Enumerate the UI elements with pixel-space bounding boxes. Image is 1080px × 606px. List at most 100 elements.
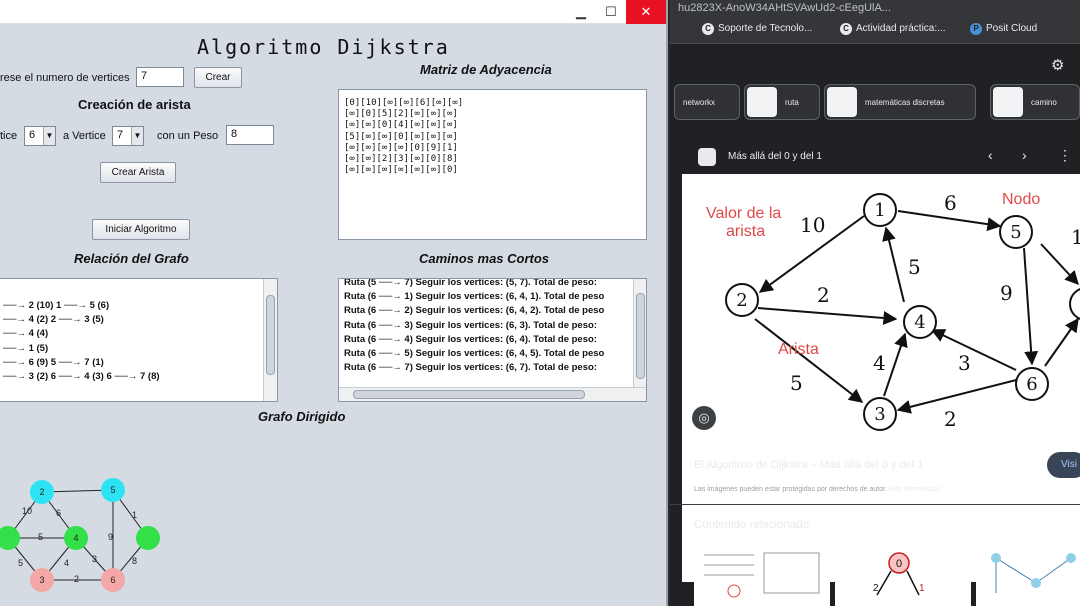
label-valor-de-la-arista: Valor de la arista	[706, 205, 781, 240]
matriz-row: [5][∞][∞][0][∞][∞][∞]	[344, 131, 458, 142]
crear-button[interactable]: Crear	[194, 67, 242, 88]
more-info-link[interactable]: Más información	[889, 486, 940, 493]
mini-node	[0, 526, 20, 550]
posit-icon: P	[970, 23, 982, 35]
related-thumb-art	[991, 553, 1076, 593]
relacion-row: ──→ 3 (2) 6 ──→ 4 (3) 6 ──→ 7 (8)	[3, 371, 160, 383]
caminos-textarea[interactable]: Ruta (5 ──→ 7) Seguir los vertices: (5, …	[338, 278, 647, 402]
weight-label: 4	[873, 351, 886, 375]
bookmark-actividad[interactable]: C Actividad práctica:...	[840, 23, 945, 35]
matriz-row: [∞][∞][0][4][∞][∞][∞]	[344, 120, 458, 131]
node-label: 4	[914, 312, 925, 333]
vertical-scrollbar[interactable]	[633, 279, 646, 387]
related-thumbnail[interactable]: 0 2 1	[835, 543, 971, 606]
chip-thumbnail	[747, 87, 777, 117]
mini-graph: 10 5 6 9 1 4 3 5 2 8 2 5 4 3 6	[0, 478, 160, 592]
bookmark-posit[interactable]: P Posit Cloud	[970, 23, 1037, 35]
disclaimer-text: Las imágenes pueden estar protegidas por…	[694, 486, 888, 493]
de-vertice-select[interactable]: 6 ▼	[24, 126, 56, 146]
relacion-row: ──→ 6 (9) 5 ──→ 7 (1)	[3, 356, 104, 368]
bookmark-soporte[interactable]: C Soporte de Tecnolo...	[702, 23, 812, 35]
num-vertices-input[interactable]: 7	[136, 67, 184, 87]
vertical-scrollbar[interactable]	[263, 279, 277, 401]
chip-camino[interactable]: camino	[990, 84, 1080, 120]
mini-edge-label: 5	[38, 532, 43, 542]
camino-row: Ruta (6 ──→ 4) Seguir los vertices: (6, …	[344, 333, 597, 345]
chip-matematicas[interactable]: matemáticas discretas	[824, 84, 976, 120]
url-text: hu2823X-AnoW34AHtSVAwUd2-cEegUlA...	[678, 2, 891, 14]
de-vertice-label: tice	[0, 130, 18, 142]
a-vertice-label: a Vertice	[63, 130, 106, 142]
label-nodo: Nodo	[1002, 191, 1040, 208]
mini-edge-label: 2	[74, 574, 79, 584]
matriz-textarea[interactable]: [0][10][∞][∞][6][∞][∞] [∞][0][5][2][∞][∞…	[338, 89, 647, 240]
relacion-textarea[interactable]: ──→ 2 (10) 1 ──→ 5 (6) ──→ 4 (2) 2 ──→ 3…	[0, 278, 278, 402]
horizontal-scrollbar[interactable]	[339, 387, 646, 401]
relacion-row: ──→ 4 (2) 2 ──→ 3 (5)	[3, 314, 104, 326]
related-thumb-art: 0 2 1	[873, 552, 925, 596]
chevron-down-icon: ▼	[43, 127, 55, 145]
browser-panel: hu2823X-AnoW34AHtSVAwUd2-cEegUlA... C Sop…	[670, 0, 1080, 606]
bookmark-label: Soporte de Tecnolo...	[718, 23, 813, 34]
more-vert-icon[interactable]: ⋮	[1058, 147, 1072, 164]
mini-node-label: 3	[39, 575, 44, 585]
mini-edge-label: 10	[22, 506, 32, 516]
site-favicon-icon	[698, 148, 716, 166]
num-vertices-label: rese el numero de vertices	[0, 72, 130, 84]
weight-label: 6	[944, 191, 957, 215]
weight-label: 5	[790, 371, 803, 395]
grafo-title: Grafo Dirigido	[258, 409, 346, 424]
visit-button[interactable]: Visi	[1047, 452, 1080, 478]
preview-header: Más allá del 0 y del 1 ‹ › ⋮	[682, 140, 1080, 174]
chip-thumbnail	[993, 87, 1023, 117]
crear-arista-button[interactable]: Crear Arista	[100, 162, 176, 183]
weight-label: 10	[800, 213, 825, 237]
matriz-row: [∞][∞][2][3][∞][0][8]	[344, 154, 458, 165]
address-bar[interactable]: hu2823X-AnoW34AHtSVAwUd2-cEegUlA...	[670, 0, 1080, 18]
matriz-row: [∞][0][5][2][∞][∞][∞]	[344, 109, 458, 120]
weight-label: 3	[958, 351, 971, 375]
relacion-title: Relación del Grafo	[74, 251, 189, 266]
close-button[interactable]: ✕	[626, 0, 666, 24]
chevron-right-icon[interactable]: ›	[1022, 147, 1027, 163]
a-vertice-select[interactable]: 7 ▼	[112, 126, 144, 146]
lens-icon[interactable]: ◎	[692, 406, 716, 430]
node-label: 6	[1026, 374, 1037, 395]
chevron-left-icon[interactable]: ‹	[988, 147, 993, 163]
camino-row: Ruta (6 ──→ 3) Seguir los vertices: (6, …	[344, 319, 597, 331]
result-title[interactable]: El Algoritmo de Dijkstra – Más allá del …	[694, 459, 923, 471]
relacion-row: ──→ 4 (4)	[3, 328, 49, 340]
chip-label: networkx	[683, 98, 716, 107]
maximize-button[interactable]: ☐	[596, 0, 626, 24]
mini-node-label: 6	[110, 575, 115, 585]
mini-edge-label: 8	[132, 556, 137, 566]
de-vertice-value: 6	[29, 129, 36, 141]
mini-edge-label: 9	[108, 532, 113, 542]
chevron-down-icon: ▼	[131, 127, 143, 145]
chip-ruta[interactable]: ruta	[744, 84, 820, 120]
creacion-arista-title: Creación de arista	[78, 97, 191, 112]
chip-networkx[interactable]: networkx	[674, 84, 740, 120]
iniciar-algoritmo-button[interactable]: Iniciar Algoritmo	[92, 219, 190, 240]
minimize-button[interactable]: ▁	[566, 0, 596, 24]
settings-gear-icon[interactable]: ⚙	[1051, 56, 1064, 74]
weight-label: 2	[817, 283, 830, 307]
peso-input[interactable]: 8	[226, 125, 274, 145]
copyright-disclaimer: Las imágenes pueden estar protegidas por…	[694, 486, 940, 493]
related-thumbnail[interactable]	[976, 543, 1080, 606]
mini-edge-label: 3	[92, 554, 97, 564]
weight-label: 9	[1000, 281, 1013, 305]
source-name[interactable]: Más allá del 0 y del 1	[728, 151, 822, 162]
mini-edge-label: 6	[56, 508, 61, 518]
camino-row: Ruta (6 ──→ 2) Seguir los vertices: (6, …	[344, 305, 605, 317]
divider	[670, 504, 1080, 505]
camino-row: Ruta (5 ──→ 7) Seguir los vertices: (5, …	[344, 278, 597, 288]
mini-node-label: 5	[110, 485, 115, 495]
app-title: Algoritmo Dijkstra	[197, 35, 450, 59]
camino-row: Ruta (6 ──→ 7) Seguir los vertices: (6, …	[344, 362, 597, 374]
weight-label: 2	[944, 407, 957, 431]
related-thumbnail[interactable]	[694, 543, 830, 606]
label-arista: Arista	[778, 341, 819, 358]
node-label: 2	[736, 290, 747, 311]
related-thumb-art	[704, 552, 820, 598]
